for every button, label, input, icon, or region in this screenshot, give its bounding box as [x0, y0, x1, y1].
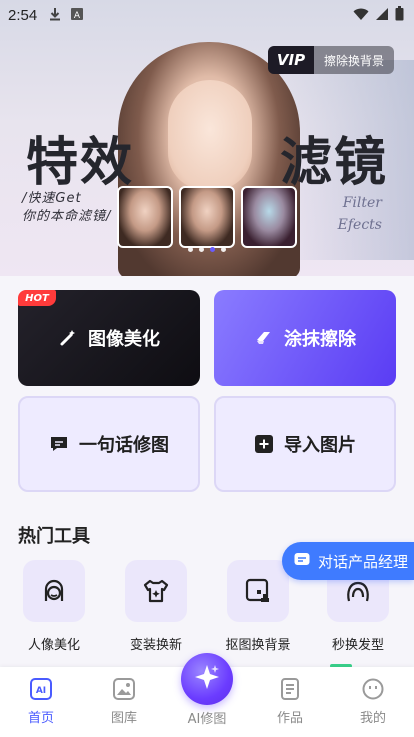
magic-wand-icon — [58, 328, 78, 348]
banner-english-line1: Filter — [342, 195, 382, 211]
outfit-sparkle-icon — [125, 560, 187, 622]
svg-text:A: A — [74, 11, 81, 20]
tool-label: 抠图换背景 — [225, 638, 291, 653]
signal-icon — [375, 7, 389, 25]
vip-erase-bg-badge[interactable]: VIP 擦除换背景 — [268, 46, 394, 74]
nav-mine[interactable]: 我的 — [343, 677, 403, 726]
nav-gallery-label: 图库 — [110, 711, 137, 726]
nav-works[interactable]: 作品 — [260, 677, 320, 726]
one-sentence-edit-label: 一句话修图 — [79, 435, 169, 456]
pagination-dot[interactable] — [188, 247, 193, 252]
chat-bubble-icon — [49, 434, 69, 454]
nav-home[interactable]: AI 首页 — [11, 677, 71, 726]
smear-erase-label: 涂抹擦除 — [284, 329, 356, 350]
filter-thumbnail — [117, 186, 173, 248]
nav-works-label: 作品 — [276, 711, 303, 726]
nav-home-label: 首页 — [27, 711, 54, 726]
banner-title-left: 特效 — [26, 132, 135, 193]
banner-pagination — [0, 247, 414, 252]
banner-title-right: 滤镜 — [279, 132, 388, 193]
vip-action-label: 擦除换背景 — [314, 46, 394, 74]
tool-label: 人像美化 — [27, 638, 80, 653]
pm-button-label: 对话产品经理 — [318, 552, 409, 571]
banner-subtitle-line2: 你的本命滤镜/ — [22, 209, 112, 224]
download-icon — [49, 7, 61, 24]
a-badge-icon: A — [71, 7, 84, 23]
tool-label: 变装换新 — [129, 638, 182, 653]
image-beautify-label: 图像美化 — [88, 329, 160, 350]
banner-english-line2: Efects — [337, 217, 382, 233]
hot-tools-title: 热门工具 — [18, 526, 90, 547]
import-image-card[interactable]: 导入图片 — [214, 396, 396, 492]
status-bar: 2:54 A — [0, 0, 414, 30]
pagination-dot-active[interactable] — [210, 247, 215, 252]
nav-mine-label: 我的 — [359, 711, 386, 726]
pagination-dot[interactable] — [199, 247, 204, 252]
banner-subtitle: /快速Get 你的本命滤镜/ — [22, 190, 111, 226]
status-time: 2:54 — [8, 6, 38, 24]
gallery-icon — [112, 677, 136, 701]
tool-label: 秒换发型 — [331, 638, 384, 653]
banner-portrait-face — [168, 80, 252, 190]
one-sentence-edit-card[interactable]: 一句话修图 — [18, 396, 200, 492]
pagination-dot[interactable] — [221, 247, 226, 252]
cutout-icon — [227, 560, 289, 622]
tool-portrait-beautify[interactable]: 人像美化 — [9, 560, 99, 653]
profile-face-icon — [361, 677, 385, 701]
ai-edit-button[interactable] — [181, 653, 233, 705]
wifi-icon — [353, 7, 369, 25]
plus-square-icon — [254, 434, 274, 454]
tool-outfit-change[interactable]: 变装换新 — [111, 560, 201, 653]
hero-banner[interactable]: VIP 擦除换背景 特效 滤镜 /快速Get 你的本命滤镜/ Filter Ef… — [0, 0, 414, 276]
pm-chat-icon — [294, 551, 310, 571]
filter-thumbnails — [117, 186, 297, 248]
home-ai-icon: AI — [29, 677, 53, 701]
vip-label: VIP — [268, 46, 314, 74]
battery-icon — [395, 6, 404, 25]
banner-subtitle-line1: /快速Get — [22, 191, 82, 206]
eraser-icon — [254, 328, 274, 348]
works-icon — [278, 677, 302, 701]
filter-thumbnail — [241, 186, 297, 248]
import-image-label: 导入图片 — [284, 435, 356, 456]
svg-text:AI: AI — [36, 686, 46, 696]
portrait-face-icon — [23, 560, 85, 622]
banner-english: Filter Efects — [338, 192, 382, 236]
hot-badge: HOT — [18, 290, 56, 306]
nav-gallery[interactable]: 图库 — [94, 677, 154, 726]
sparkle-icon — [193, 663, 221, 695]
ai-edit-label: AI修图 — [187, 712, 227, 727]
filter-thumbnail — [179, 186, 235, 248]
chat-product-manager-button[interactable]: 对话产品经理 — [282, 542, 414, 580]
smear-erase-card[interactable]: 涂抹擦除 — [214, 290, 396, 386]
